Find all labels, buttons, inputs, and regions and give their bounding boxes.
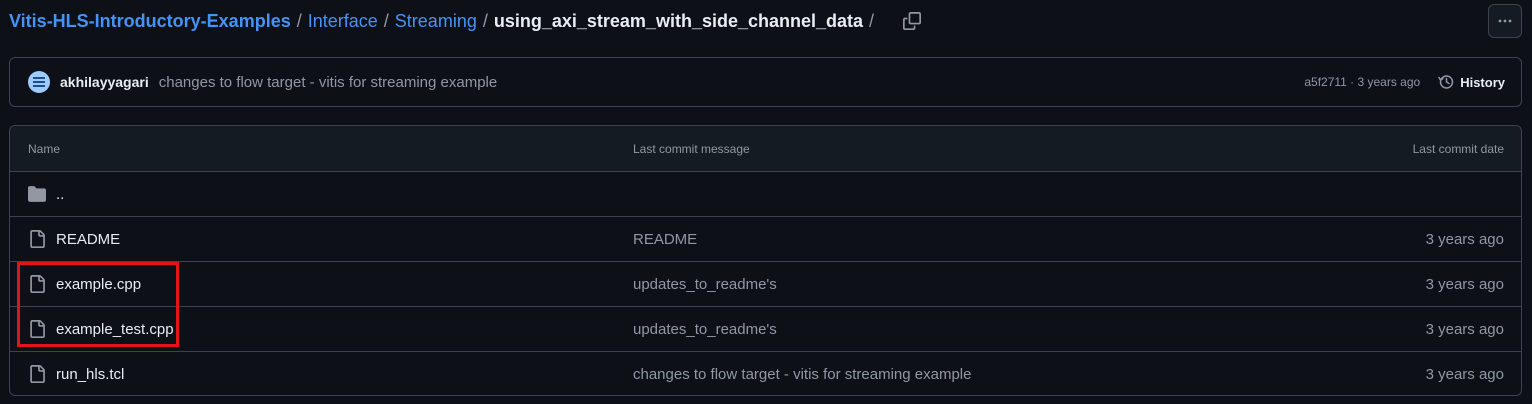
- commit-hash-and-time[interactable]: a5f2711 · 3 years ago: [1304, 75, 1420, 89]
- table-row[interactable]: example_test.cpp updates_to_readme's 3 y…: [10, 307, 1521, 352]
- table-row[interactable]: README README 3 years ago: [10, 217, 1521, 262]
- commit-message-link[interactable]: changes to flow target - vitis for strea…: [159, 74, 497, 91]
- copy-icon: [903, 12, 922, 30]
- commit-date: 3 years ago: [1425, 366, 1504, 383]
- breadcrumb-streaming-link[interactable]: Streaming: [395, 11, 477, 32]
- table-row[interactable]: run_hls.tcl changes to flow target - vit…: [10, 352, 1521, 395]
- file-name-link[interactable]: run_hls.tcl: [56, 366, 124, 383]
- avatar[interactable]: [28, 71, 50, 93]
- file-icon: [30, 230, 45, 248]
- commit-author-link[interactable]: akhilayyagari: [60, 74, 149, 90]
- commit-message-link[interactable]: README: [633, 231, 697, 248]
- table-row[interactable]: example.cpp updates_to_readme's 3 years …: [10, 262, 1521, 307]
- breadcrumb-separator: /: [482, 10, 488, 31]
- file-table: Name Last commit message Last commit dat…: [9, 125, 1522, 396]
- column-header-name: Name: [28, 141, 61, 156]
- commit-message-link[interactable]: updates_to_readme's: [633, 276, 777, 293]
- commit-right-group: a5f2711 · 3 years ago History: [1304, 74, 1505, 90]
- more-options-button[interactable]: [1488, 4, 1522, 38]
- breadcrumb-separator: /: [383, 10, 389, 31]
- history-label: History: [1460, 74, 1505, 90]
- breadcrumb-repo-link[interactable]: Vitis-HLS-Introductory-Examples: [9, 11, 291, 32]
- commit-message-link[interactable]: updates_to_readme's: [633, 321, 777, 338]
- file-name-link[interactable]: README: [56, 231, 120, 248]
- folder-icon: [28, 186, 46, 202]
- highlight-annotation-box: [17, 262, 179, 347]
- avatar-identicon-icon: [33, 77, 45, 87]
- table-header: Name Last commit message Last commit dat…: [10, 126, 1521, 172]
- commit-date: 3 years ago: [1425, 230, 1504, 248]
- breadcrumb-separator: /: [869, 10, 875, 31]
- column-header-message: Last commit message: [633, 141, 750, 156]
- latest-commit-bar: akhilayyagari changes to flow target - v…: [9, 57, 1522, 107]
- copy-path-button[interactable]: [902, 11, 922, 31]
- column-header-date: Last commit date: [1412, 141, 1504, 156]
- breadcrumb-current-folder: using_axi_stream_with_side_channel_data: [493, 10, 864, 31]
- commit-date: 3 years ago: [1425, 320, 1504, 338]
- parent-directory-link[interactable]: ..: [56, 186, 64, 203]
- history-button[interactable]: History: [1438, 74, 1505, 90]
- history-icon: [1438, 75, 1454, 89]
- table-row-parent-directory[interactable]: ..: [10, 172, 1521, 217]
- kebab-horizontal-icon: [1498, 19, 1512, 23]
- breadcrumb: Vitis-HLS-Introductory-Examples / Interf…: [9, 9, 922, 33]
- breadcrumb-separator: /: [296, 10, 302, 31]
- commit-date: 3 years ago: [1425, 275, 1504, 293]
- file-icon: [30, 365, 45, 383]
- breadcrumb-interface-link[interactable]: Interface: [308, 11, 378, 32]
- commit-message-link[interactable]: changes to flow target - vitis for strea…: [633, 366, 971, 383]
